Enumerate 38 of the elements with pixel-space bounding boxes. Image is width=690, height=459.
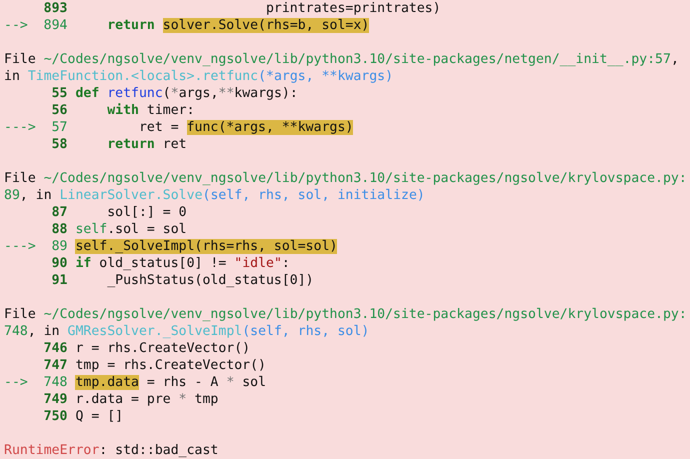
code-line: r = rhs.CreateVector() (75, 340, 250, 357)
code-line: tmp.data = rhs - A * sol (75, 374, 266, 391)
line-number: 893 (42, 0, 68, 17)
line-number: 87 (50, 204, 68, 221)
line-number: 894 (42, 17, 68, 34)
error-message: RuntimeError: std::bad_cast (4, 442, 220, 459)
line-number: 91 (50, 272, 68, 289)
code-line: _PushStatus(old_status[0]) (106, 272, 314, 289)
file-header: File ~/Codes/ngsolve/venv_ngsolve/lib/python3.10/site-packages/ngsolve/krylovspace.py:89, in LinearSolver.Solve(self, rhs, sol, initialize) (4, 170, 688, 204)
line-number: 89 (50, 238, 68, 255)
current-line-arrow: ---> (4, 239, 36, 254)
code-line: self.sol = sol (75, 221, 187, 238)
code-line: tmp = rhs.CreateVector() (75, 357, 266, 374)
code-line: r.data = pre * tmp (75, 391, 218, 408)
code-line: return ret (106, 136, 187, 153)
code-line: return solver.Solve(rhs=b, sol=x) (106, 17, 370, 34)
line-number: 88 (50, 221, 68, 238)
file-header: File ~/Codes/ngsolve/venv_ngsolve/lib/python3.10/site-packages/netgen/__init__.py:57, in TimeFunction.<locals>.retfunc(*args, **kwargs) (4, 51, 680, 85)
code-line: printrates=printrates) (264, 0, 441, 17)
code-line: if old_status[0] != "idle": (75, 255, 290, 272)
current-line-arrow: ---> (4, 120, 36, 135)
code-line: Q = [] (75, 408, 124, 425)
file-header: File ~/Codes/ngsolve/venv_ngsolve/lib/python3.10/site-packages/ngsolve/krylovspace.py:748, in GMResSolver._SolveImpl(self, rhs, sol) (4, 306, 688, 340)
current-line-arrow: --> (4, 18, 28, 33)
line-number: 57 (50, 119, 68, 136)
line-number: 748 (42, 374, 68, 391)
code-line: sol[:] = 0 (106, 204, 187, 221)
line-number: 55 (50, 85, 68, 102)
line-number: 749 (42, 391, 68, 408)
code-line: def retfunc(*args,**kwargs): (75, 85, 298, 102)
line-number: 90 (50, 255, 68, 272)
line-number: 58 (50, 136, 68, 153)
line-number: 750 (42, 408, 68, 425)
line-number: 746 (42, 340, 68, 357)
current-line-arrow: --> (4, 375, 28, 390)
line-number: 747 (42, 357, 68, 374)
line-number: 56 (50, 102, 68, 119)
code-line: with timer: (106, 102, 195, 119)
